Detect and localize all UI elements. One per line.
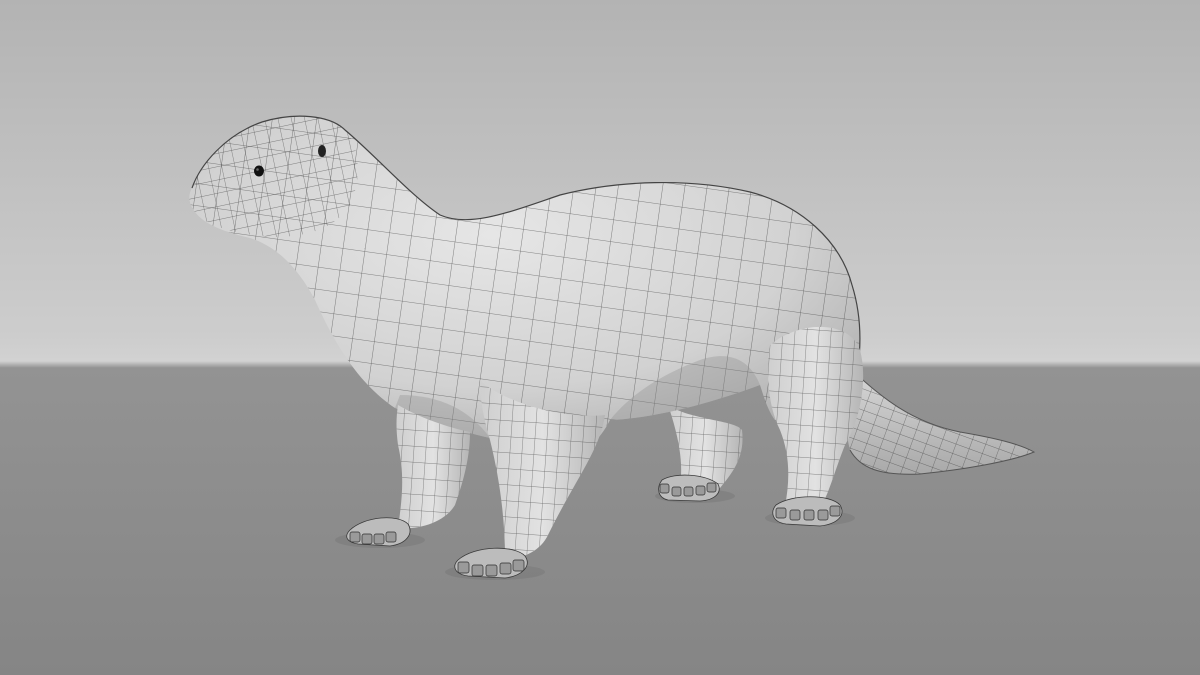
scene-canvas: [0, 0, 1200, 675]
eye-right: [318, 145, 326, 157]
render-viewport: [0, 0, 1200, 675]
eye-left: [254, 165, 264, 177]
